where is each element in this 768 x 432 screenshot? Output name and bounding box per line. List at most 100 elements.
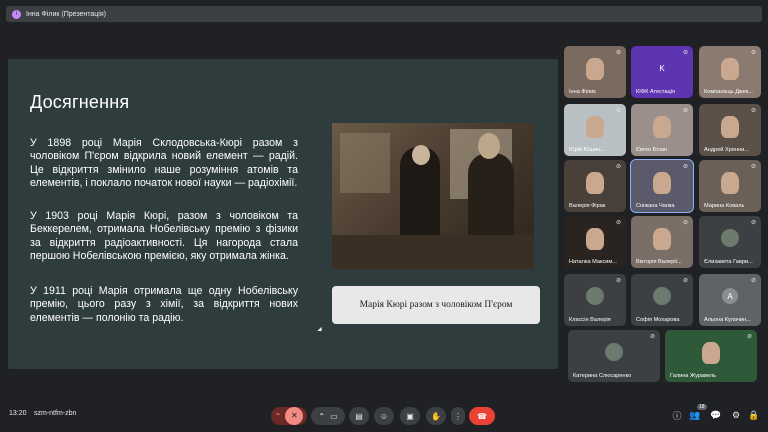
raise-hand-icon: ✋ — [431, 411, 441, 421]
participant-name: Андрей Хренни... — [704, 147, 749, 153]
mic-off-icon: ⊘ — [751, 220, 757, 226]
raise-hand-button[interactable]: ✋ — [426, 407, 446, 425]
presenter-bar: І Інна Філик (Презентація) — [6, 6, 762, 22]
slide-paragraph-1: У 1898 році Марія Склодовська-Кюрі разом… — [30, 137, 298, 189]
lock-icon: 🔒 — [748, 409, 760, 420]
bottom-toolbar: 13:20 szm-ntfm-zbn ⌃ ✕ ⌃ ▭ ▤ ☺ ▣ ✋ ⋮ ☎ ⓘ… — [0, 402, 768, 432]
info-button[interactable]: ⓘ — [671, 409, 683, 421]
participant-name: Інна Філик — [569, 89, 596, 95]
mic-off-icon: ⊘ — [751, 50, 757, 56]
mic-off-icon: ⊘ — [683, 50, 689, 56]
participant-video — [721, 58, 739, 80]
participant-name: Єлизавета Гаври... — [704, 259, 753, 265]
photo-caption: Марія Кюрі разом з чоловіком П'єром — [332, 286, 540, 324]
chat-icon: 💬 — [710, 409, 722, 420]
participant-photo — [653, 287, 671, 305]
participant-tile[interactable]: K ⊘ КІФК Атестація — [631, 46, 693, 98]
participant-video — [586, 116, 604, 138]
participant-video — [653, 116, 671, 138]
info-icon: ⓘ — [672, 410, 682, 421]
participant-name: Наталка Максим... — [569, 259, 617, 265]
mic-off-icon: ⊘ — [747, 334, 753, 340]
participant-tile[interactable]: ⊘ Катерина Слюсаренко — [568, 330, 660, 382]
participant-tile[interactable]: ⊘ Марина Коваль — [699, 160, 761, 212]
camera-button[interactable]: ⌃ ▭ — [311, 407, 345, 425]
participant-tile[interactable]: ⊘ Єлизавета Гаври... — [699, 216, 761, 268]
participant-tile[interactable]: ⊘ Галина Журавель — [665, 330, 757, 382]
participant-name: Вікторія Валерії... — [636, 259, 682, 265]
participant-name: Софія Мохарова — [636, 317, 680, 323]
participant-tile[interactable]: ⊘ Валерія Фірак — [564, 160, 626, 212]
participant-tile[interactable]: A ⊘ Альона Кулачин... — [699, 274, 761, 326]
participant-video — [586, 228, 604, 250]
meet-window: І Інна Філик (Презентація) Досягнення У … — [0, 0, 768, 432]
end-call-button[interactable]: ☎ — [469, 407, 495, 425]
mic-off-icon: ⊘ — [616, 50, 622, 56]
participant-name: Катерина Слюсаренко — [573, 373, 632, 379]
participant-tile[interactable]: ⊘ Інна Філик — [564, 46, 626, 98]
mic-off-icon: ⊘ — [616, 164, 622, 170]
participant-tile[interactable]: ⊘ Юрій Юшин... — [564, 104, 626, 156]
captions-icon: ▤ — [355, 411, 363, 421]
participant-video — [653, 172, 671, 194]
mic-button[interactable]: ⌃ ✕ — [271, 407, 307, 425]
participant-name: Компанієць Джек... — [704, 89, 753, 95]
participant-tile[interactable]: ⊘ Євген Білан — [631, 104, 693, 156]
presentation-slide: Досягнення У 1898 році Марія Склодовська… — [8, 59, 558, 369]
participant-name: Євген Білан — [636, 147, 668, 153]
participant-name: КІФК Атестація — [636, 89, 675, 95]
people-button[interactable]: 👥 — [689, 409, 701, 421]
caption-text: Марія Кюрі разом з чоловіком П'єром — [359, 300, 513, 310]
participant-video — [586, 172, 604, 194]
slide-title: Досягнення — [30, 92, 130, 112]
participant-avatar: K — [654, 60, 670, 76]
emoji-button[interactable]: ☺ — [374, 407, 394, 425]
participant-tile[interactable]: ⊘ Андрей Хренни... — [699, 104, 761, 156]
participant-video — [721, 116, 739, 138]
participant-name: Валерія Фірак — [569, 203, 606, 209]
more-icon: ⋮ — [454, 411, 462, 421]
chat-button[interactable]: 💬 — [710, 409, 722, 421]
mic-off-icon: ⌃ — [274, 411, 282, 421]
mic-off-icon: ⊘ — [650, 334, 656, 340]
present-icon: ▣ — [406, 411, 414, 421]
camera-icon: ▭ — [330, 411, 338, 421]
meeting-code: szm-ntfm-zbn — [34, 410, 77, 417]
mic-off-icon: ⊘ — [616, 220, 622, 226]
participant-avatar: A — [722, 288, 738, 304]
clock: 13:20 — [9, 410, 27, 417]
lock-button[interactable]: 🔒 — [748, 409, 760, 421]
presenter-label: Інна Філик (Презентація) — [26, 10, 106, 18]
participant-video — [721, 172, 739, 194]
participant-tile[interactable]: ⊘ Сніжана Чапка — [630, 159, 694, 213]
participant-tile[interactable]: ⊘ Компанієць Джек... — [699, 46, 761, 98]
activities-button[interactable]: ⚙ — [730, 409, 742, 421]
mic-toggle-icon: ✕ — [285, 407, 304, 425]
mic-off-icon: ⊘ — [616, 278, 622, 284]
mic-off-icon: ⊘ — [683, 108, 689, 114]
emoji-icon: ☺ — [379, 411, 389, 421]
participant-name: Юрій Юшин... — [569, 147, 605, 153]
mic-off-icon: ⊘ — [751, 164, 757, 170]
more-button[interactable]: ⋮ — [451, 407, 465, 425]
participant-name: Сніжана Чапка — [636, 203, 675, 209]
participant-tile[interactable]: ⊘ Вікторія Валерії... — [631, 216, 693, 268]
participant-name: Галина Журавель — [670, 373, 717, 379]
participant-photo — [605, 343, 623, 361]
present-button[interactable]: ▣ — [400, 407, 420, 425]
participant-tile[interactable]: ⊘ Наталка Максим... — [564, 216, 626, 268]
participant-tile[interactable]: ⊘ Софія Мохарова — [631, 274, 693, 326]
participant-photo — [586, 287, 604, 305]
participant-name: Марина Коваль — [704, 203, 745, 209]
mic-off-icon: ⊘ — [683, 220, 689, 226]
participant-video — [653, 228, 671, 250]
participant-tile[interactable]: ⊘ Классін Валерія — [564, 274, 626, 326]
end-call-icon: ☎ — [477, 411, 487, 421]
participant-count-badge: 18 — [697, 404, 707, 410]
mic-off-icon: ⊘ — [683, 164, 689, 170]
chevron-up-icon: ⌃ — [318, 411, 326, 421]
mic-off-icon: ⊘ — [751, 278, 757, 284]
slide-paragraph-3: У 1911 році Марія отримала ще одну Нобел… — [30, 285, 298, 324]
captions-button[interactable]: ▤ — [349, 407, 369, 425]
activities-icon: ⚙ — [731, 409, 741, 420]
